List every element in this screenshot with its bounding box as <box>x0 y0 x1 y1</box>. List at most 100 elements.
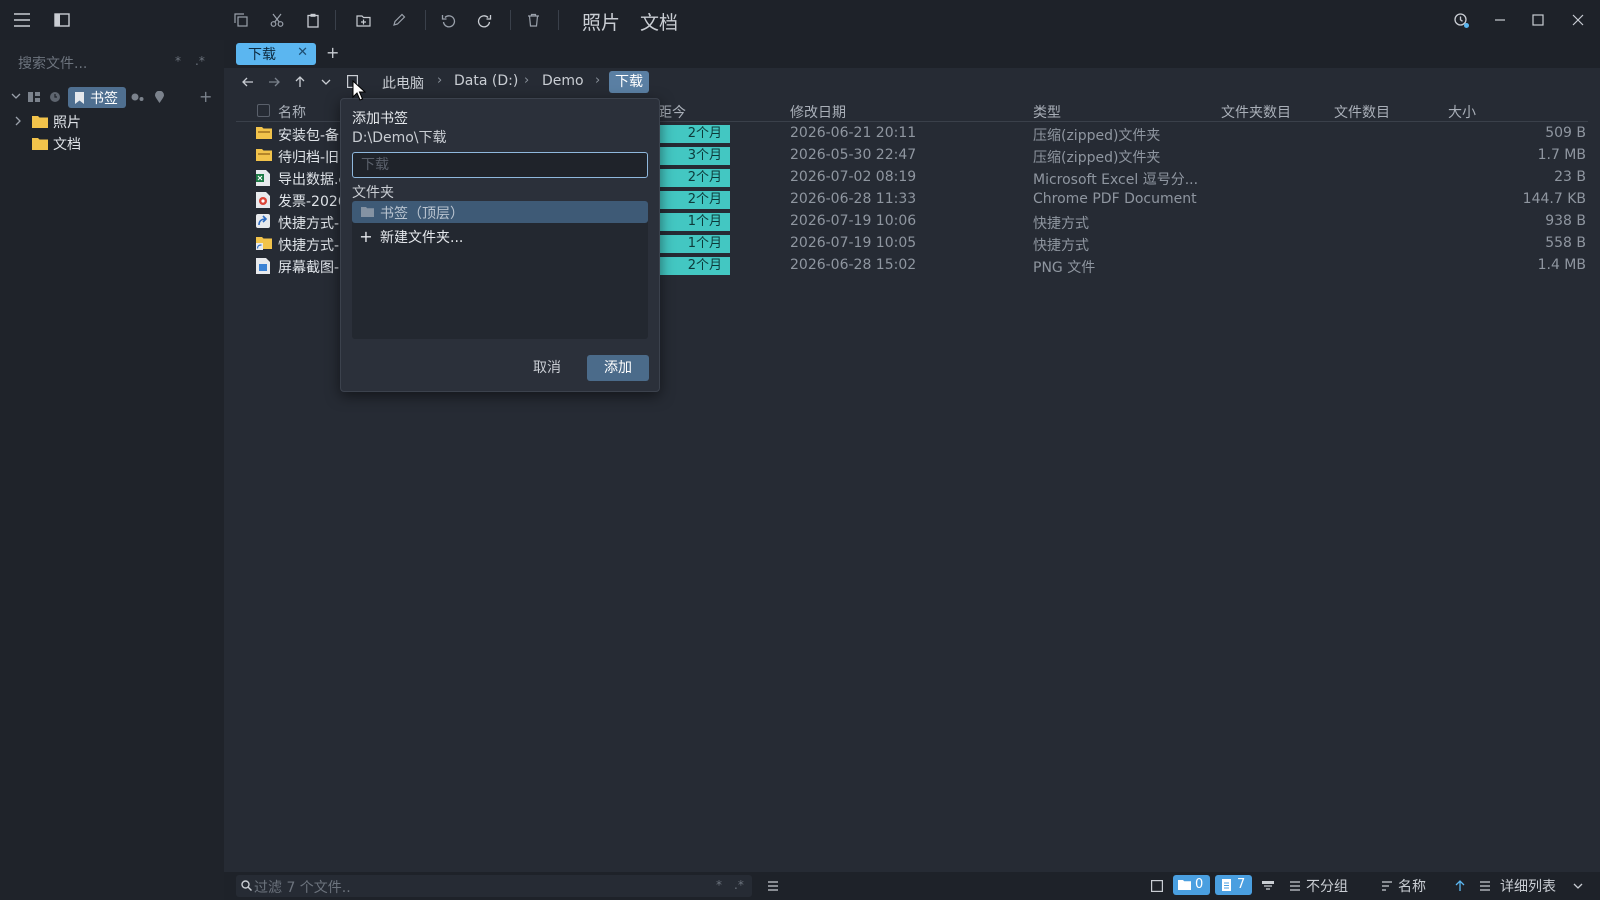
filter-regex-icon[interactable]: .* <box>734 878 744 892</box>
bookmark-folder-list: 书签（顶层） + 新建文件夹... <box>352 201 648 339</box>
breadcrumb-this-pc[interactable]: 此电脑 <box>382 73 424 93</box>
toggle-sidebar-icon[interactable] <box>52 10 72 30</box>
toolbar-separator <box>335 10 336 30</box>
pdf-icon <box>256 192 272 208</box>
chevron-right-icon[interactable] <box>13 115 23 127</box>
filter-placeholder: 过滤 7 个文件.. <box>254 880 351 896</box>
drives-icon[interactable] <box>27 90 40 103</box>
location-pin-icon[interactable] <box>153 90 166 103</box>
group-icon[interactable] <box>1288 879 1302 893</box>
file-count: 7 <box>1237 877 1246 892</box>
menu-icon[interactable] <box>12 10 32 30</box>
add-bookmark-icon[interactable]: + <box>199 87 212 106</box>
filter-type-icon[interactable] <box>1261 879 1275 893</box>
new-folder-icon[interactable] <box>354 11 372 29</box>
file-size: 1.7 MB <box>1537 147 1586 163</box>
folder-icon <box>1178 879 1191 890</box>
zip-folder-icon <box>256 126 272 142</box>
add-bookmark-dialog: 添加书签 D:\Demo\下载 文件夹 书签（顶层） + 新建文件夹... 取消… <box>340 98 660 392</box>
file-count-badge[interactable]: 7 <box>1215 875 1252 895</box>
select-all-checkbox[interactable] <box>257 104 270 117</box>
search-input[interactable]: 搜索文件... <box>18 53 87 73</box>
column-header-age[interactable]: 距今 <box>658 102 686 122</box>
file-name: 快捷方式- <box>278 216 340 232</box>
maximize-icon[interactable] <box>1528 10 1548 30</box>
file-name: 发票-2026 <box>278 194 347 210</box>
breadcrumb-demo[interactable]: Demo <box>542 73 584 89</box>
chevron-down-icon[interactable] <box>10 90 22 102</box>
minimize-icon[interactable] <box>1490 10 1510 30</box>
column-header-folder-count[interactable]: 文件夹数目 <box>1221 102 1291 122</box>
dialog-path: D:\Demo\下载 <box>352 130 447 146</box>
up-icon[interactable] <box>292 74 308 90</box>
new-folder-item[interactable]: + 新建文件夹... <box>352 225 648 247</box>
wildcard-toggle-icon[interactable]: * <box>175 54 181 68</box>
new-tab-icon[interactable]: + <box>326 43 339 62</box>
folder-item-top-level[interactable]: 书签（顶层） <box>352 201 648 223</box>
file-modified: 2026-06-28 15:02 <box>790 257 917 273</box>
recent-icon[interactable] <box>48 90 61 103</box>
filter-wildcard-icon[interactable]: * <box>716 878 722 892</box>
close-tab-icon[interactable]: ✕ <box>297 45 308 60</box>
sync-status-icon[interactable] <box>1451 10 1471 30</box>
zip-folder-icon <box>256 148 272 164</box>
breadcrumb-separator-icon: › <box>595 73 601 88</box>
view-mode-icon[interactable] <box>1478 879 1492 893</box>
add-button[interactable]: 添加 <box>587 355 649 381</box>
file-type: 压缩(zipped)文件夹 <box>1033 150 1161 166</box>
folder-icon <box>32 114 48 128</box>
undo-icon[interactable] <box>439 11 457 29</box>
shortcut-icon <box>256 214 272 230</box>
redo-icon[interactable] <box>475 11 493 29</box>
view-mode[interactable]: 详细列表 <box>1500 876 1556 896</box>
file-type: 快捷方式 <box>1033 238 1089 254</box>
tree-item-photos[interactable]: 照片 <box>53 112 81 132</box>
select-mode-checkbox[interactable] <box>1150 879 1164 893</box>
plus-icon: + <box>359 226 373 246</box>
view-dropdown-icon[interactable] <box>1572 881 1584 891</box>
sort-ascending-icon[interactable] <box>1454 879 1466 893</box>
regex-toggle-icon[interactable]: .* <box>195 54 205 68</box>
bookmarks-chip-label: 书签 <box>90 91 118 107</box>
cut-icon[interactable] <box>268 11 286 29</box>
excel-icon <box>256 170 272 186</box>
bookmarks-chip[interactable]: 书签 <box>68 87 126 108</box>
file-size: 144.7 KB <box>1522 191 1586 207</box>
group-mode[interactable]: 不分组 <box>1306 876 1348 896</box>
cancel-button[interactable]: 取消 <box>517 355 577 381</box>
paste-icon[interactable] <box>304 11 322 29</box>
tags-icon[interactable] <box>131 90 144 103</box>
file-modified: 2026-07-02 08:19 <box>790 169 917 185</box>
tree-item-documents[interactable]: 文档 <box>53 134 81 154</box>
file-name: 导出数据.c <box>278 172 347 188</box>
forward-icon[interactable] <box>266 74 282 90</box>
rename-icon[interactable] <box>390 11 408 29</box>
list-options-icon[interactable] <box>766 879 780 893</box>
search-icon <box>241 880 252 891</box>
column-header-size[interactable]: 大小 <box>1448 102 1476 122</box>
back-icon[interactable] <box>240 74 256 90</box>
bookmark-name-input[interactable] <box>352 152 648 178</box>
breadcrumb-drive[interactable]: Data (D:) <box>454 73 518 89</box>
file-name: 快捷方式- <box>278 238 340 254</box>
folder-shortcut-icon <box>256 236 272 252</box>
breadcrumb-downloads[interactable]: 下载 <box>609 71 649 93</box>
column-header-name[interactable]: 名称 <box>278 102 306 122</box>
file-type: 压缩(zipped)文件夹 <box>1033 128 1161 144</box>
quick-access-photos[interactable]: 照片 <box>582 8 620 35</box>
history-dropdown-icon[interactable] <box>318 74 334 90</box>
filter-input[interactable]: 过滤 7 个文件.. * .* <box>236 875 752 897</box>
copy-icon[interactable] <box>232 11 250 29</box>
column-header-modified[interactable]: 修改日期 <box>790 102 846 122</box>
folder-count: 0 <box>1195 877 1204 892</box>
delete-icon[interactable] <box>524 11 542 29</box>
sort-field[interactable]: 名称 <box>1398 876 1426 896</box>
tab-downloads[interactable]: 下载 ✕ <box>236 43 316 65</box>
column-header-file-count[interactable]: 文件数目 <box>1334 102 1390 122</box>
sort-icon[interactable] <box>1380 879 1394 893</box>
folder-count-badge[interactable]: 0 <box>1173 875 1210 895</box>
quick-access-documents[interactable]: 文档 <box>640 8 678 35</box>
close-window-icon[interactable] <box>1568 10 1588 30</box>
column-header-type[interactable]: 类型 <box>1033 102 1061 122</box>
bookmark-icon <box>74 91 84 104</box>
